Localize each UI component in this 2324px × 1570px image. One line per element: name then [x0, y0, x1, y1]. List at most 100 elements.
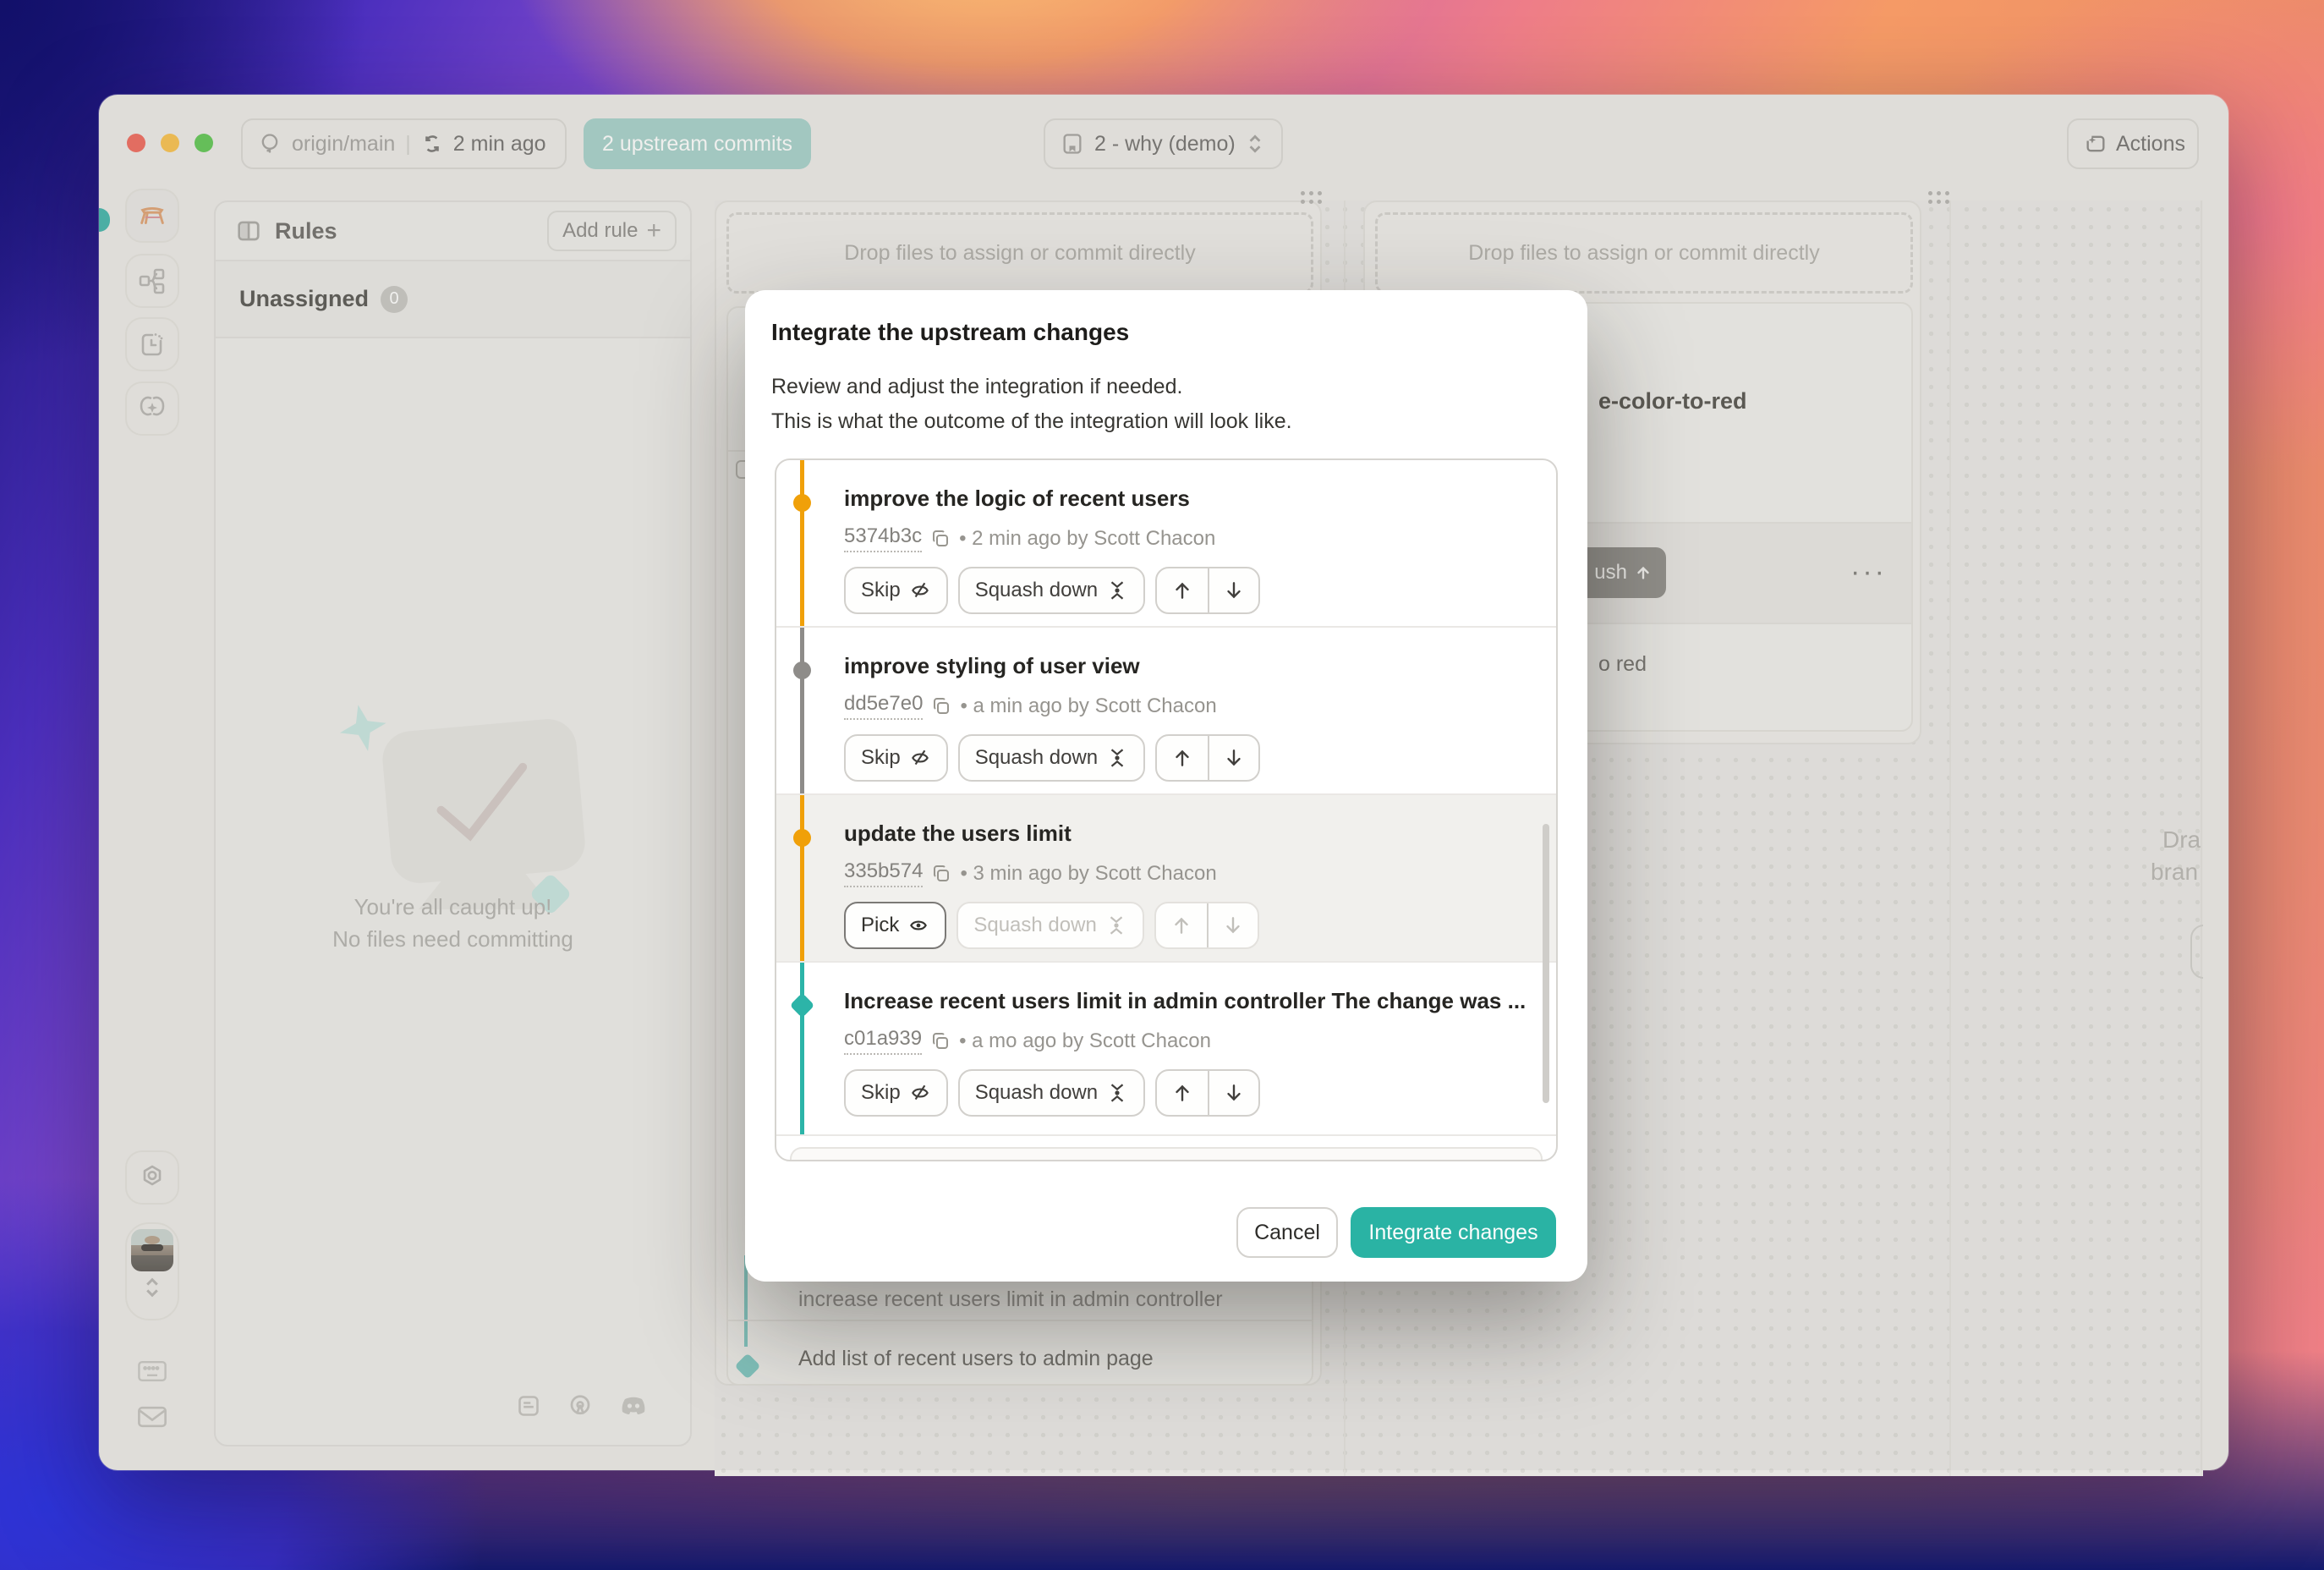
pick-button[interactable]: Pick: [844, 902, 946, 949]
dropzone-left[interactable]: Drop files to assign or commit directly: [726, 212, 1313, 294]
user-menu[interactable]: [125, 1222, 179, 1320]
branch-menu-button[interactable]: ···: [1850, 556, 1887, 589]
upstream-commits-badge[interactable]: 2 upstream commits: [584, 118, 811, 169]
commit-title: update the users limit: [844, 821, 1072, 847]
lane-drag-handle[interactable]: [1301, 191, 1326, 206]
commit-rail: [800, 795, 804, 961]
squash-down-button[interactable]: Squash down: [958, 734, 1145, 782]
nav-history-button[interactable]: [125, 317, 179, 371]
commit-row-selected: update the users limit 335b574 • 3 min a…: [776, 795, 1556, 963]
pick-label: Pick: [861, 914, 899, 937]
move-down-button[interactable]: [1208, 1071, 1258, 1115]
squash-down-button[interactable]: Squash down: [958, 567, 1145, 614]
settings-button[interactable]: [125, 1150, 179, 1205]
copy-icon[interactable]: [931, 864, 951, 884]
workspace-indicator: [99, 208, 110, 232]
skip-label: Skip: [861, 1081, 901, 1105]
squash-down-button-disabled[interactable]: Squash down: [956, 902, 1143, 949]
commit-hash[interactable]: c01a939: [844, 1027, 922, 1055]
dropzone-right[interactable]: Drop files to assign or commit directly: [1375, 212, 1913, 294]
commit-meta: • a mo ago by Scott Chacon: [959, 1029, 1211, 1053]
sparkle-square-icon: [2084, 132, 2107, 156]
integrate-changes-button[interactable]: Integrate changes: [1351, 1207, 1556, 1258]
nav-branches-button[interactable]: [125, 254, 179, 308]
project-select[interactable]: 2 - why (demo): [1044, 118, 1283, 169]
feedback-button[interactable]: [137, 1404, 167, 1430]
panel-footer-icons: [517, 1393, 647, 1419]
integrate-upstream-modal: Integrate the upstream changes Review an…: [745, 290, 1587, 1282]
commit-title: Increase recent users limit in admin con…: [844, 988, 1526, 1014]
reorder-buttons: [1155, 567, 1260, 614]
commit-rail: [800, 460, 804, 626]
upstream-commit-list: improve the logic of recent users 5374b3…: [775, 458, 1558, 1161]
bottom-commit-title[interactable]: Add list of recent users to admin page: [798, 1347, 1154, 1371]
move-up-button[interactable]: [1157, 568, 1208, 612]
base-branch-pill[interactable]: origin/main | 2 min ago: [241, 118, 567, 169]
discord-icon[interactable]: [620, 1395, 647, 1417]
unassigned-label: Unassigned: [239, 286, 369, 312]
divider: [728, 1320, 1312, 1321]
commit-dot-orange: [793, 494, 811, 512]
squash-down-label: Squash down: [975, 1081, 1098, 1105]
open-source-icon[interactable]: [567, 1393, 593, 1419]
commit-row: Increase recent users limit in admin con…: [776, 963, 1556, 1136]
move-up-button[interactable]: [1157, 1071, 1208, 1115]
avatar-sunglasses: [141, 1244, 163, 1251]
add-rule-button[interactable]: Add rule +: [547, 211, 677, 251]
base-branch-label: origin/main: [292, 132, 395, 156]
arrow-up-icon: [1171, 747, 1193, 769]
arrow-down-icon: [1223, 579, 1245, 601]
commit-hash[interactable]: 5374b3c: [844, 524, 922, 552]
move-down-button[interactable]: [1207, 903, 1258, 947]
lane-drag-handle[interactable]: [1928, 191, 1954, 206]
branch-name-label[interactable]: e-color-to-red: [1598, 388, 1747, 414]
commit-hash[interactable]: dd5e7e0: [844, 692, 923, 720]
pill-divider: |: [405, 132, 411, 156]
actions-button[interactable]: Actions: [2067, 118, 2199, 169]
gear-icon: [137, 1162, 167, 1193]
nav-workspace-button[interactable]: [125, 189, 179, 243]
arrow-down-icon: [1223, 1082, 1245, 1104]
commit-title: improve the logic of recent users: [844, 486, 1190, 512]
move-up-button[interactable]: [1156, 903, 1207, 947]
workbench-logo-icon: [136, 200, 168, 232]
traffic-zoom-button[interactable]: [195, 134, 213, 152]
check-icon: [424, 752, 548, 853]
copy-icon[interactable]: [930, 529, 951, 549]
traffic-close-button[interactable]: [127, 134, 145, 152]
drag-hint-line1: Dra: [2162, 826, 2201, 854]
keyboard-shortcuts-button[interactable]: [137, 1359, 167, 1384]
copy-icon[interactable]: [931, 696, 951, 716]
move-down-button[interactable]: [1208, 568, 1258, 612]
commit-title-fragment[interactable]: o red: [1598, 652, 1647, 677]
fetch-time-label: 2 min ago: [453, 132, 546, 156]
remote-branch-icon: [258, 132, 282, 156]
skip-button[interactable]: Skip: [844, 567, 948, 614]
commit-rail: [800, 963, 804, 1134]
rules-header: Rules Add rule +: [216, 202, 690, 261]
squash-icon: [1106, 747, 1128, 769]
copy-icon[interactable]: [930, 1031, 951, 1051]
skip-label: Skip: [861, 579, 901, 602]
cancel-button[interactable]: Cancel: [1236, 1207, 1338, 1258]
squash-down-button[interactable]: Squash down: [958, 1069, 1145, 1117]
unassigned-section-header[interactable]: Unassigned 0: [216, 261, 690, 338]
reorder-buttons: [1155, 734, 1260, 782]
changelog-icon[interactable]: [517, 1394, 540, 1418]
hidden-commit-title[interactable]: increase recent users limit in admin con…: [798, 1287, 1223, 1312]
commit-row: improve the logic of recent users 5374b3…: [776, 460, 1556, 628]
commit-hash[interactable]: 335b574: [844, 859, 923, 887]
rules-title: Rules: [275, 218, 337, 244]
traffic-minimize-button[interactable]: [161, 134, 179, 152]
skip-button[interactable]: Skip: [844, 734, 948, 782]
move-up-button[interactable]: [1157, 736, 1208, 780]
commit-row: improve styling of user view dd5e7e0 • a…: [776, 628, 1556, 795]
squash-icon: [1105, 914, 1127, 936]
squash-down-label: Squash down: [973, 914, 1096, 937]
skip-button[interactable]: Skip: [844, 1069, 948, 1117]
move-down-button[interactable]: [1208, 736, 1258, 780]
empty-state-subtitle: No files need committing: [216, 926, 690, 952]
chevron-updown-icon: [1246, 133, 1264, 155]
scrollbar-thumb[interactable]: [1543, 824, 1549, 1103]
nav-ai-button[interactable]: [125, 382, 179, 436]
